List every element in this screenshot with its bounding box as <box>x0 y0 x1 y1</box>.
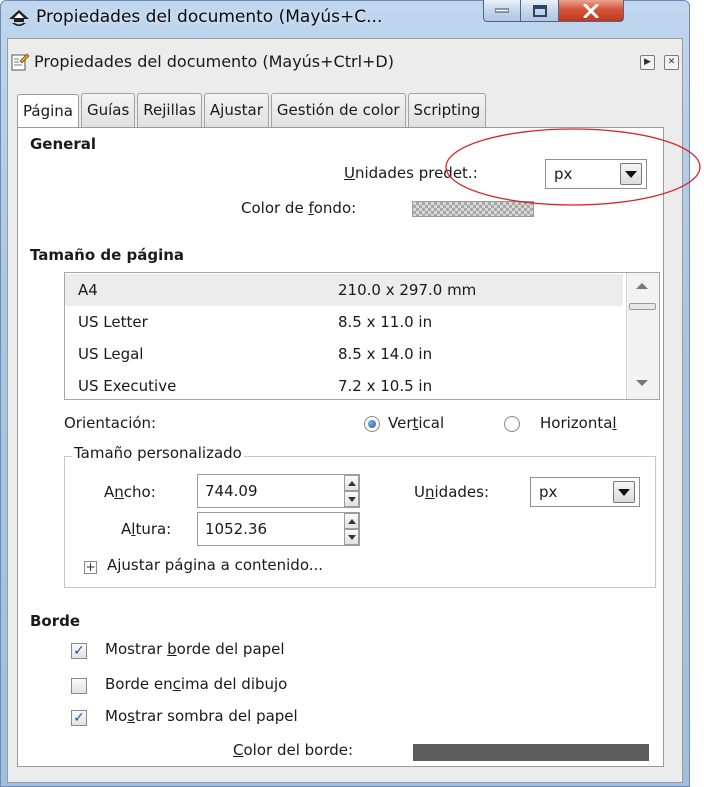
page-size-scrollbar[interactable] <box>626 273 659 399</box>
tab-bar: Página Guías Rejillas Ajustar Gestión de… <box>17 93 488 128</box>
section-general-title: General <box>30 135 96 153</box>
default-units-select[interactable]: px <box>545 159 647 189</box>
height-increment[interactable] <box>344 513 359 529</box>
list-item[interactable]: US Executive 7.2 x 10.5 in <box>65 370 623 399</box>
orientation-label: Orientación: <box>64 414 157 432</box>
height-value: 1052.36 <box>205 520 268 538</box>
close-icon: ✕ <box>667 57 676 67</box>
width-label: Ancho: <box>104 483 156 501</box>
list-item[interactable]: A4 210.0 x 297.0 mm <box>65 274 623 306</box>
width-decrement[interactable] <box>344 491 359 507</box>
default-units-value: px <box>554 165 573 183</box>
dock-float-button[interactable]: ▶ <box>640 55 655 70</box>
list-item[interactable]: US Letter 8.5 x 11.0 in <box>65 306 623 338</box>
show-border-checkbox[interactable]: ✓ <box>71 643 87 659</box>
horizontal-label: Horizontal <box>540 414 617 432</box>
border-color-swatch[interactable] <box>413 744 649 761</box>
show-shadow-label: Mostrar sombra del papel <box>105 707 298 725</box>
minimize-icon <box>495 8 509 12</box>
minimize-button[interactable] <box>483 0 521 22</box>
scroll-down-icon[interactable] <box>636 380 648 386</box>
show-border-label: Mostrar borde del papel <box>105 640 285 658</box>
custom-size-legend: Tamaño personalizado <box>72 444 244 462</box>
background-color-swatch[interactable] <box>412 201 534 217</box>
checkmark-icon: ✓ <box>73 643 85 659</box>
border-color-label: Color del borde: <box>233 741 354 759</box>
play-icon: ▶ <box>644 57 651 67</box>
border-on-top-label: Borde encima del dibujo <box>105 675 288 693</box>
section-page-size-title: Tamaño de página <box>30 246 185 264</box>
vertical-radio[interactable] <box>364 416 380 432</box>
scrollbar-thumb[interactable] <box>629 303 656 310</box>
maximize-button[interactable] <box>521 0 559 22</box>
list-item[interactable]: US Legal 8.5 x 14.0 in <box>65 338 623 370</box>
width-increment[interactable] <box>344 475 359 491</box>
tab-ajustar[interactable]: Ajustar <box>203 93 269 127</box>
maximize-icon <box>532 4 547 17</box>
show-shadow-checkbox[interactable]: ✓ <box>71 710 87 726</box>
close-icon <box>583 3 599 18</box>
chevron-down-icon <box>620 163 642 185</box>
close-button[interactable] <box>559 0 624 22</box>
fit-page-to-content-expander[interactable]: Ajustar página a contenido... <box>107 556 323 574</box>
custom-units-value: px <box>539 483 558 501</box>
width-value: 744.09 <box>205 482 258 500</box>
tab-pagina[interactable]: Página <box>17 94 79 128</box>
dock-title: Propiedades del documento (Mayús+Ctrl+D) <box>34 52 394 71</box>
checkmark-icon: ✓ <box>73 710 85 726</box>
chevron-down-icon <box>613 481 635 503</box>
width-spinbox[interactable]: 744.09 <box>197 474 360 508</box>
tab-scripting[interactable]: Scripting <box>407 93 487 127</box>
section-border-title: Borde <box>30 612 81 630</box>
tab-rejillas[interactable]: Rejillas <box>137 93 202 127</box>
default-units-label: Unidades predet.: <box>344 164 478 182</box>
scroll-up-icon[interactable] <box>636 283 648 289</box>
height-spinbox[interactable]: 1052.36 <box>197 512 360 546</box>
background-color-label: Color de fondo: <box>241 199 357 217</box>
dock-close-button[interactable]: ✕ <box>664 55 679 70</box>
window-title: Propiedades del documento (Mayús+C... <box>36 7 383 27</box>
horizontal-radio[interactable] <box>504 416 520 432</box>
custom-units-select[interactable]: px <box>530 477 640 507</box>
units-label: Unidades: <box>414 483 489 501</box>
document-properties-icon <box>10 52 30 72</box>
height-label: Altura: <box>121 520 172 538</box>
tab-gestion-de-color[interactable]: Gestión de color <box>270 93 406 127</box>
expand-plus-icon[interactable]: + <box>84 561 97 574</box>
tab-guias[interactable]: Guías <box>80 93 136 127</box>
height-decrement[interactable] <box>344 529 359 545</box>
vertical-label: Vertical <box>388 414 445 432</box>
inkscape-icon <box>8 9 30 29</box>
caption-buttons <box>483 0 624 22</box>
border-on-top-checkbox[interactable] <box>71 678 87 694</box>
page-size-list: A4 210.0 x 297.0 mm US Letter 8.5 x 11.0… <box>64 272 660 400</box>
